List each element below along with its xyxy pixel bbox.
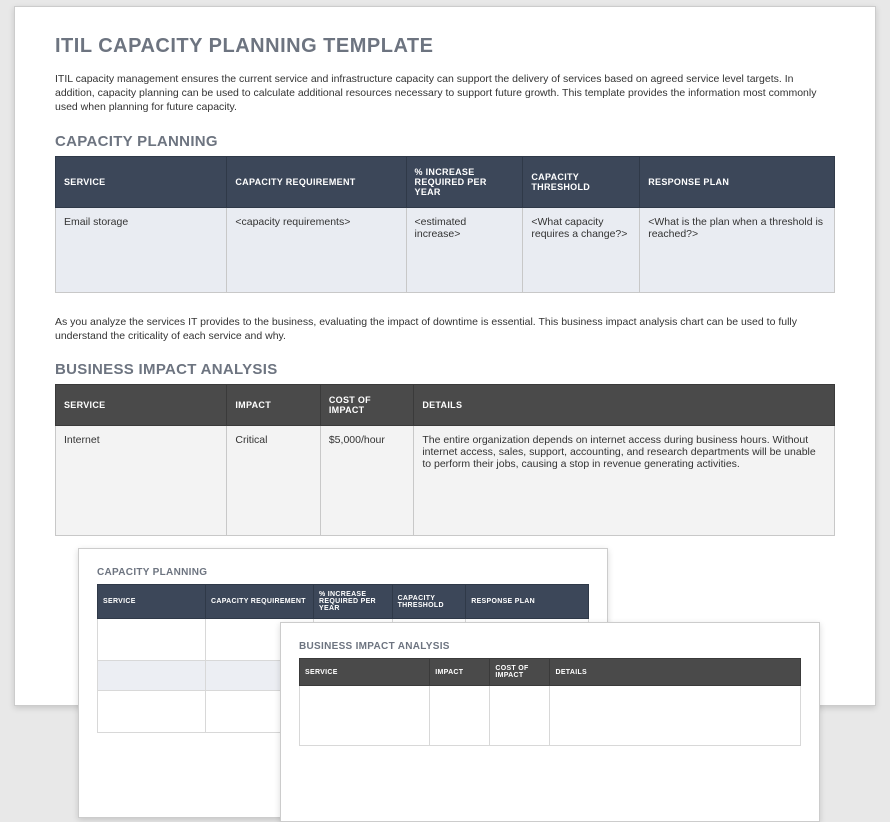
col-increase: % INCREASE REQUIRED PER YEAR	[406, 156, 523, 207]
cell-details: The entire organization depends on inter…	[414, 425, 835, 535]
thumb-table: SERVICE IMPACT COST OF IMPACT DETAILS	[299, 658, 801, 746]
cell-response: <What is the plan when a threshold is re…	[640, 207, 835, 292]
table-header-row: SERVICE IMPACT COST OF IMPACT DETAILS	[56, 384, 835, 425]
mid-paragraph: As you analyze the services IT provides …	[55, 315, 835, 343]
col-service: SERVICE	[56, 384, 227, 425]
cell-service: Email storage	[56, 207, 227, 292]
col-increase: % INCREASE REQUIRED PER YEAR	[314, 585, 393, 619]
col-cost: COST OF IMPACT	[320, 384, 413, 425]
table-row	[300, 686, 801, 746]
col-cost: COST OF IMPACT	[490, 659, 550, 686]
col-threshold: CAPACITY THRESHOLD	[392, 585, 466, 619]
bia-heading: BUSINESS IMPACT ANALYSIS	[55, 361, 835, 378]
cell-requirement: <capacity requirements>	[227, 207, 406, 292]
col-requirement: CAPACITY REQUIREMENT	[227, 156, 406, 207]
cell-cost: $5,000/hour	[320, 425, 413, 535]
cell-threshold: <What capacity requires a change?>	[523, 207, 640, 292]
col-response: RESPONSE PLAN	[466, 585, 589, 619]
col-service: SERVICE	[300, 659, 430, 686]
capacity-planning-heading: CAPACITY PLANNING	[55, 133, 835, 150]
thumb-heading: BUSINESS IMPACT ANALYSIS	[299, 641, 801, 652]
col-requirement: CAPACITY REQUIREMENT	[206, 585, 314, 619]
table-header-row: SERVICE CAPACITY REQUIREMENT % INCREASE …	[56, 156, 835, 207]
cell-impact: Critical	[227, 425, 320, 535]
table-row: Email storage <capacity requirements> <e…	[56, 207, 835, 292]
col-details: DETAILS	[550, 659, 801, 686]
col-impact: IMPACT	[227, 384, 320, 425]
preview-page-bia: BUSINESS IMPACT ANALYSIS SERVICE IMPACT …	[280, 622, 820, 822]
thumb-heading: CAPACITY PLANNING	[97, 567, 589, 578]
col-details: DETAILS	[414, 384, 835, 425]
cell-service: Internet	[56, 425, 227, 535]
table-header-row: SERVICE CAPACITY REQUIREMENT % INCREASE …	[98, 585, 589, 619]
col-service: SERVICE	[56, 156, 227, 207]
col-response: RESPONSE PLAN	[640, 156, 835, 207]
capacity-planning-table: SERVICE CAPACITY REQUIREMENT % INCREASE …	[55, 156, 835, 293]
page-title: ITIL CAPACITY PLANNING TEMPLATE	[55, 35, 835, 58]
table-row: Internet Critical $5,000/hour The entire…	[56, 425, 835, 535]
col-impact: IMPACT	[430, 659, 490, 686]
cell-increase: <estimated increase>	[406, 207, 523, 292]
col-service: SERVICE	[98, 585, 206, 619]
bia-table: SERVICE IMPACT COST OF IMPACT DETAILS In…	[55, 384, 835, 536]
intro-text: ITIL capacity management ensures the cur…	[55, 72, 835, 115]
table-header-row: SERVICE IMPACT COST OF IMPACT DETAILS	[300, 659, 801, 686]
col-threshold: CAPACITY THRESHOLD	[523, 156, 640, 207]
